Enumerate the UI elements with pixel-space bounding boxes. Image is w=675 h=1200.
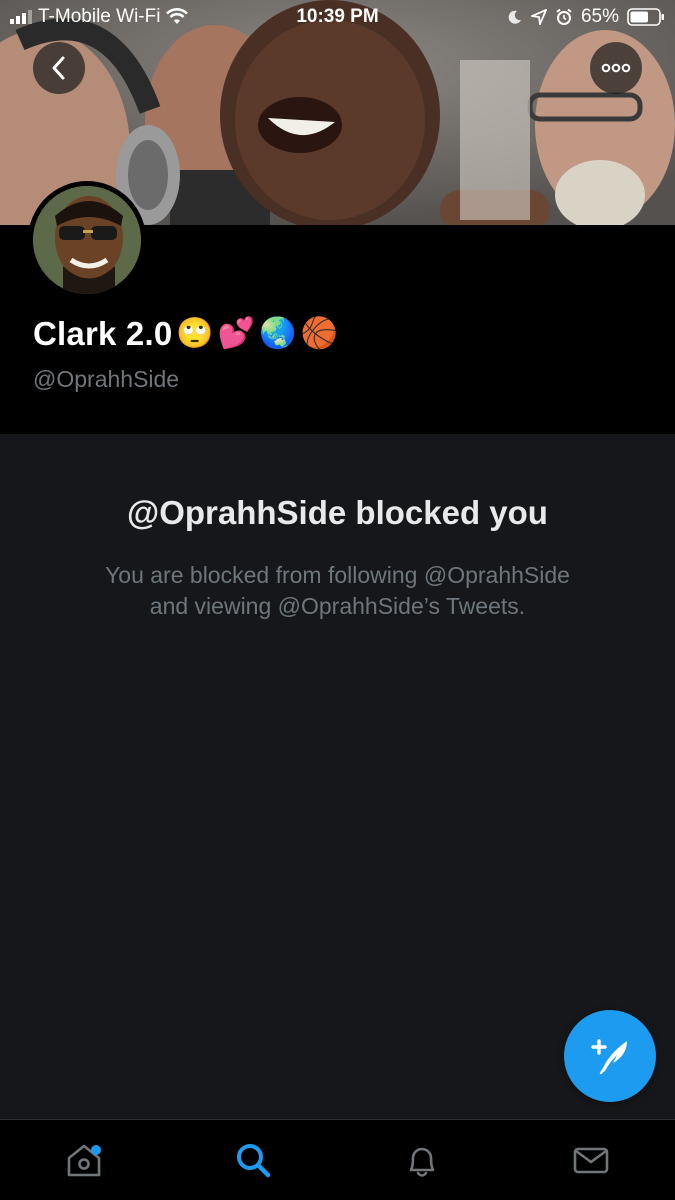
- compose-tweet-button[interactable]: [564, 1010, 656, 1102]
- location-arrow-icon: [530, 9, 547, 25]
- moon-icon: [508, 10, 521, 24]
- blocked-title: @OprahhSide blocked you: [127, 494, 548, 531]
- tab-messages[interactable]: [541, 1130, 641, 1190]
- tab-home[interactable]: [34, 1130, 134, 1190]
- more-horizontal-icon: [601, 63, 631, 73]
- globe-emoji: 🌏: [259, 316, 297, 351]
- tab-search[interactable]: [203, 1130, 303, 1190]
- basketball-emoji: 🏀: [300, 316, 338, 351]
- more-options-button[interactable]: [590, 42, 642, 94]
- profile-screen: T-Mobile Wi-Fi 10:39 PM 65% Clark 2.0 🙄 …: [0, 0, 675, 1200]
- blocked-description: You are blocked from following @OprahhSi…: [40, 560, 635, 622]
- two-hearts-emoji: 💕: [217, 316, 256, 351]
- back-button[interactable]: [33, 42, 85, 94]
- blocked-description-line-1: You are blocked from following @OprahhSi…: [105, 562, 570, 588]
- eye-roll-emoji: 🙄: [176, 316, 214, 351]
- avatar-image: [33, 186, 141, 294]
- blocked-description-line-2: and viewing @OprahhSide’s Tweets.: [149, 593, 526, 619]
- status-bar: T-Mobile Wi-Fi 10:39 PM 65%: [0, 0, 675, 36]
- display-name-text: Clark 2.0: [33, 315, 173, 352]
- battery-percent: 65%: [580, 6, 619, 27]
- search-icon: [237, 1144, 271, 1178]
- tab-notifications[interactable]: [372, 1130, 472, 1190]
- compose-tweet-icon: [591, 1039, 627, 1075]
- notifications-icon: [409, 1147, 435, 1177]
- display-name: Clark 2.0 🙄 💕 🌏 🏀: [33, 315, 338, 353]
- profile-handle: @OprahhSide: [33, 366, 180, 392]
- alarm-icon: [556, 8, 572, 25]
- messages-icon: [573, 1147, 608, 1174]
- battery-icon: [627, 8, 664, 26]
- profile-avatar[interactable]: [28, 181, 146, 299]
- bottom-tab-bar: [0, 1119, 675, 1200]
- status-right: 65%: [507, 6, 665, 28]
- chevron-left-icon: [52, 56, 65, 80]
